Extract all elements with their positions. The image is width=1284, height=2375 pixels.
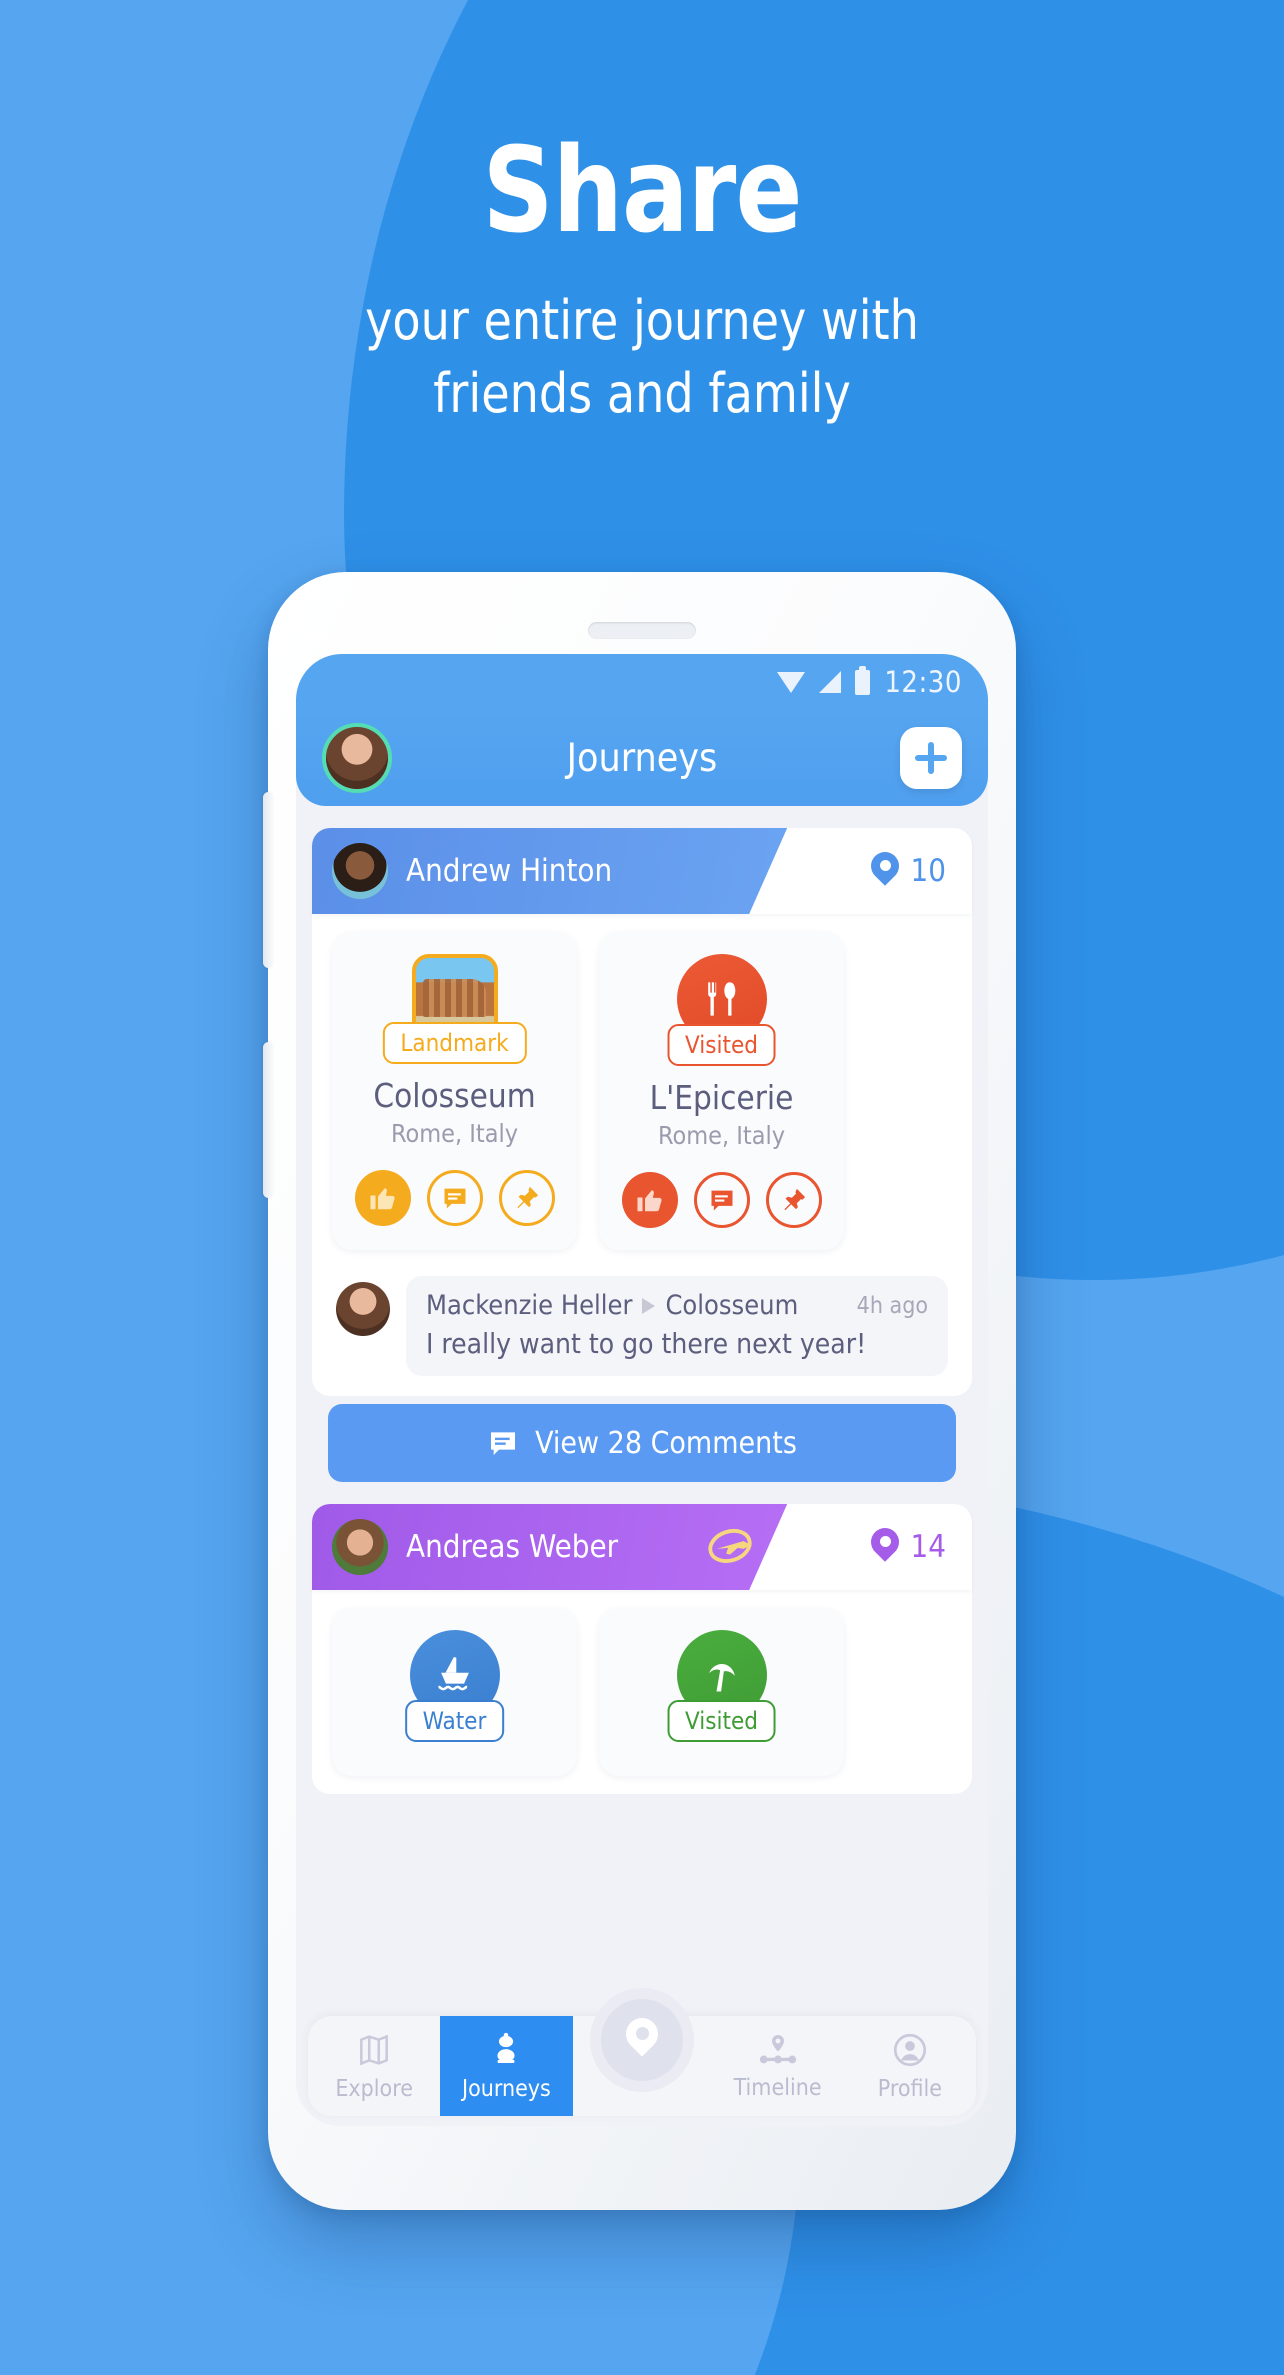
signal-icon [819,671,842,693]
avatar[interactable] [322,723,392,793]
place-card[interactable]: Water [332,1608,577,1776]
avatar [332,843,388,899]
nav-label: Timeline [733,2074,822,2101]
journeys-feed[interactable]: Andrew Hinton 10 Landmark Colosseum Rome… [296,828,988,2126]
location-pin-icon [871,852,899,890]
place-name: L'Epicerie [649,1078,794,1117]
comment-icon[interactable] [693,1172,750,1228]
journey-body: Landmark Colosseum Rome, Italy Visited L… [312,914,972,1396]
hero-title: Share [482,121,802,259]
place-card[interactable]: Landmark Colosseum Rome, Italy [332,932,577,1250]
comment-user: Mackenzie Heller [426,1290,633,1321]
place-count-label: 14 [910,1529,946,1565]
avatar [332,1519,388,1575]
journey-card[interactable]: Andrew Hinton 10 Landmark Colosseum Rome… [312,828,972,1482]
journey-body: Water Visited [312,1590,972,1794]
phone-mockup: 12:30 Journeys Andrew Hinton 10 Landmark… [263,572,1016,2210]
place-icon-wrap: Water [404,1630,505,1742]
comment-meta: Mackenzie Heller Colosseum 4h ago [426,1290,928,1321]
view-comments-label: View 28 Comments [535,1425,797,1461]
journey-card[interactable]: Andreas Weber 14 Water Visited [312,1504,972,1794]
nav-label: Profile [877,2075,942,2102]
view-comments-button[interactable]: View 28 Comments [328,1404,956,1482]
phone-screen: 12:30 Journeys Andrew Hinton 10 Landmark… [296,654,988,2126]
journey-header[interactable]: Andrew Hinton 10 [312,828,972,914]
journey-user-banner: Andreas Weber [312,1504,788,1590]
comment-text: I really want to go there next year! [426,1327,867,1360]
comment-time: 4h ago [856,1292,928,1319]
caret-right-icon [642,1297,656,1314]
place-badge: Landmark [382,1022,527,1064]
journey-place-count: 10 [871,828,946,914]
place-badge: Visited [667,1024,776,1066]
place-actions [609,1172,834,1228]
place-location: Rome, Italy [390,1119,519,1148]
place-location: Rome, Italy [657,1121,786,1150]
journey-user-name: Andrew Hinton [406,853,613,889]
nav-item-timeline[interactable]: Timeline [711,2016,843,2116]
nav-item-journeys[interactable]: Journeys [440,2016,573,2116]
hero-headline: Share your entire journey with friends a… [0,130,1284,429]
comment[interactable]: Mackenzie Heller Colosseum 4h ago I real… [312,1264,972,1392]
power-button[interactable] [263,1042,274,1198]
nav-item-profile[interactable]: Profile [844,2016,976,2116]
journeys-icon [497,2032,515,2063]
status-bar: 12:30 [296,654,988,710]
place-icon-wrap: Visited [667,954,776,1066]
comment-icon [491,1432,516,1455]
places-row[interactable]: Landmark Colosseum Rome, Italy Visited L… [312,914,972,1264]
place-icon-wrap: Landmark [382,954,527,1064]
comment-bubble: Mackenzie Heller Colosseum 4h ago I real… [406,1276,948,1376]
journey-user-banner: Andrew Hinton [312,828,788,914]
airplane-icon [701,1520,759,1575]
add-location-fab[interactable] [590,1988,694,2092]
status-time: 12:30 [884,665,962,699]
place-icon-wrap: Visited [667,1630,776,1742]
thumbs-up-icon[interactable] [354,1170,411,1226]
nav-item-explore[interactable]: Explore [308,2016,440,2116]
earpiece-speaker [588,622,696,639]
pin-icon[interactable] [498,1170,555,1226]
journey-place-count: 14 [871,1504,946,1590]
place-badge: Water [404,1700,505,1742]
comment-place: Colosseum [665,1290,799,1321]
page-title: Journeys [566,735,718,781]
map-icon [360,2034,389,2065]
journey-user-name: Andreas Weber [406,1529,619,1565]
place-actions [342,1170,567,1226]
place-card[interactable]: Visited L'Epicerie Rome, Italy [599,932,844,1250]
add-journey-button[interactable] [900,727,962,789]
timeline-icon [759,2034,796,2063]
wifi-icon [777,671,806,693]
volume-button[interactable] [263,792,274,968]
location-pin-icon [626,2018,658,2062]
comment-icon[interactable] [426,1170,483,1226]
battery-icon [855,665,871,695]
place-badge: Visited [667,1700,776,1742]
location-pin-icon [871,1528,899,1566]
journey-header[interactable]: Andreas Weber 14 [312,1504,972,1590]
place-name: Colosseum [373,1076,536,1115]
avatar [336,1282,390,1336]
pin-icon[interactable] [765,1172,822,1228]
thumbs-up-icon[interactable] [621,1172,678,1228]
app-bar: Journeys [296,710,988,806]
profile-icon [893,2033,926,2066]
place-count-label: 10 [910,853,946,889]
nav-label: Journeys [461,2075,551,2102]
hero-subtitle-line1: your entire journey with [365,289,919,353]
place-card[interactable]: Visited [599,1608,844,1776]
nav-label: Explore [335,2075,413,2102]
hero-subtitle-line2: friends and family [433,362,851,426]
places-row[interactable]: Water Visited [312,1590,972,1790]
